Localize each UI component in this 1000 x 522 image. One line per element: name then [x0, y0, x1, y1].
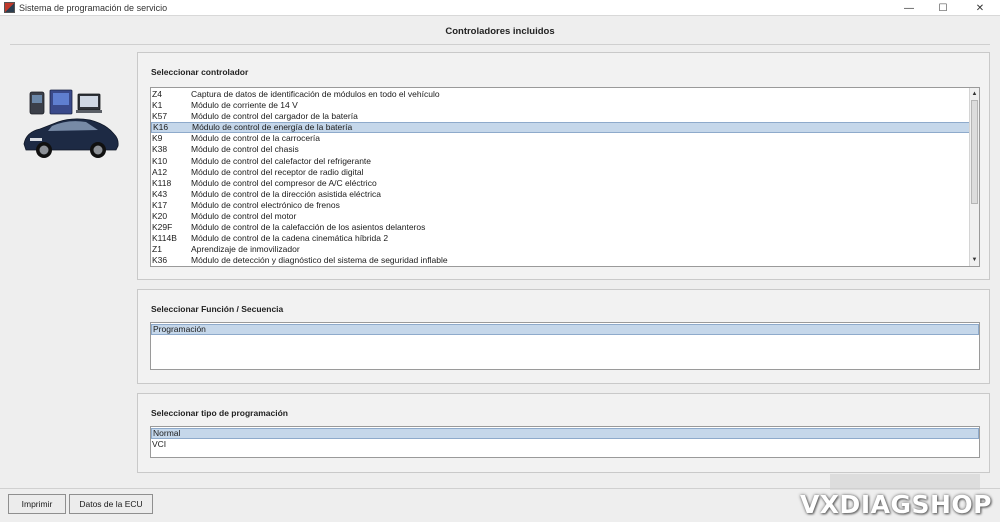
window-controls: — ☐ ✕	[892, 0, 1000, 16]
scroll-thumb[interactable]	[971, 100, 978, 204]
controller-code: K29F	[152, 222, 173, 233]
controller-code: K38	[152, 144, 168, 155]
controller-row[interactable]: Z4 Captura de datos de identificación de …	[151, 89, 970, 100]
controller-row[interactable]: K20 Módulo de control del motor	[151, 211, 970, 222]
controller-row[interactable]: K16 Módulo de control de energía de la ba…	[151, 122, 970, 134]
programming-type-panel: Seleccionar tipo de programación Normal V…	[137, 393, 990, 473]
controller-row[interactable]: A12 Módulo de control del receptor de rad…	[151, 167, 970, 178]
controller-description: Módulo de control del calefactor del ref…	[191, 155, 372, 166]
controller-code: K10	[152, 155, 168, 166]
controller-description: Módulo de corriente de 14 V	[191, 100, 298, 111]
controller-row[interactable]: K36 Módulo de detección y diagnóstico del…	[151, 255, 970, 266]
function-panel-title: Seleccionar Función / Secuencia	[151, 304, 284, 314]
controller-code: K57	[152, 111, 168, 122]
controller-description: Módulo de control del motor	[191, 211, 297, 222]
app-icon	[4, 2, 15, 13]
controller-code: A12	[152, 166, 168, 177]
type-row[interactable]: Normal	[151, 428, 979, 440]
controller-row[interactable]: Z1 Aprendizaje de inmovilizador	[151, 244, 970, 255]
function-list[interactable]: Programación	[150, 322, 980, 370]
scroll-down-arrow[interactable]: ▼	[970, 255, 979, 265]
header-divider	[10, 44, 990, 45]
controller-list-scrollbar[interactable]: ▲ ▼	[969, 88, 979, 266]
controller-code: K118	[152, 177, 172, 188]
controller-code: Z4	[152, 89, 162, 99]
controller-description: Módulo de control de la carrocería	[191, 133, 320, 144]
controller-description: Módulo de control de la dirección asisti…	[191, 188, 381, 199]
programming-type-list[interactable]: Normal VCI	[150, 426, 980, 458]
controller-row[interactable]: K9 Módulo de control de la carrocería	[151, 133, 970, 144]
controller-description: Módulo de control de la cadena cinemátic…	[191, 233, 389, 244]
controller-description: Módulo de control electrónico de frenos	[191, 199, 340, 210]
controller-description: Módulo de control del chasis	[191, 144, 299, 155]
controller-description: Módulo de detección y diagnóstico del si…	[191, 255, 448, 266]
type-label: VCI	[152, 439, 167, 450]
controller-panel: Seleccionar controlador Z4 Captura de dat…	[137, 52, 990, 280]
controller-row[interactable]: K38 Módulo de control del chasis	[151, 144, 970, 155]
function-row[interactable]: Programación	[151, 324, 979, 336]
window-title: Sistema de programación de servicio	[19, 2, 168, 13]
controller-code: Z1	[152, 244, 162, 255]
print-button[interactable]: Imprimir	[8, 494, 66, 514]
function-label: Programación	[153, 324, 206, 334]
type-label: Normal	[153, 428, 181, 438]
controller-description: Módulo de control del cargador de la bat…	[191, 111, 358, 122]
controller-description: Módulo de control de energía de la bater…	[192, 122, 353, 133]
controller-code: K43	[152, 188, 168, 199]
scroll-up-arrow[interactable]: ▲	[970, 89, 979, 99]
controller-row[interactable]: K114B Módulo de control de la cadena cine…	[151, 233, 970, 244]
controller-row[interactable]: K57 Módulo de control del cargador de la …	[151, 111, 970, 122]
watermark: VXDIAGSHOP	[799, 490, 992, 519]
controller-code: K9	[152, 133, 163, 144]
page-title: Controladores incluidos	[445, 26, 555, 37]
controller-description: Módulo de control del compresor de A/C e…	[191, 177, 377, 188]
controller-code: K36	[152, 255, 168, 266]
ecu-data-button[interactable]: Datos de la ECU	[69, 494, 153, 514]
controller-code: K20	[152, 211, 168, 222]
footer-divider	[0, 488, 1000, 489]
controller-description: Módulo de control de la calefacción de l…	[191, 222, 426, 233]
controller-row[interactable]: K1 Módulo de corriente de 14 V	[151, 100, 970, 111]
controller-row[interactable]: K10 Módulo de control del calefactor del …	[151, 156, 970, 167]
controller-description: Módulo de control del receptor de radio …	[191, 166, 364, 177]
controller-row[interactable]: K118 Módulo de control del compresor de A…	[151, 178, 970, 189]
programming-type-panel-title: Seleccionar tipo de programación	[151, 408, 288, 418]
function-panel: Seleccionar Función / Secuencia Programa…	[137, 289, 990, 384]
controller-code: K114B	[152, 233, 177, 244]
controller-code: K17	[152, 199, 168, 210]
controller-description: Aprendizaje de inmovilizador	[191, 244, 300, 255]
controller-description: Captura de datos de identificación de mó…	[191, 89, 440, 99]
controller-list[interactable]: Z4 Captura de datos de identificación de …	[150, 87, 980, 267]
controller-row[interactable]: K17 Módulo de control electrónico de fren…	[151, 200, 970, 211]
minimize-button[interactable]: —	[892, 0, 926, 16]
maximize-button[interactable]: ☐	[926, 0, 960, 16]
controller-panel-title: Seleccionar controlador	[151, 67, 249, 77]
title-bar: Sistema de programación de servicio — ☐ …	[0, 0, 1000, 16]
type-row[interactable]: VCI	[151, 439, 979, 450]
close-button[interactable]: ✕	[960, 0, 1000, 16]
controller-row[interactable]: K29F Módulo de control de la calefacción …	[151, 222, 970, 233]
controller-code: K1	[152, 100, 163, 111]
controller-code: K16	[153, 122, 169, 133]
car-diagnostic-illustration	[23, 89, 119, 158]
controller-row[interactable]: K43 Módulo de control de la dirección asi…	[151, 189, 970, 200]
